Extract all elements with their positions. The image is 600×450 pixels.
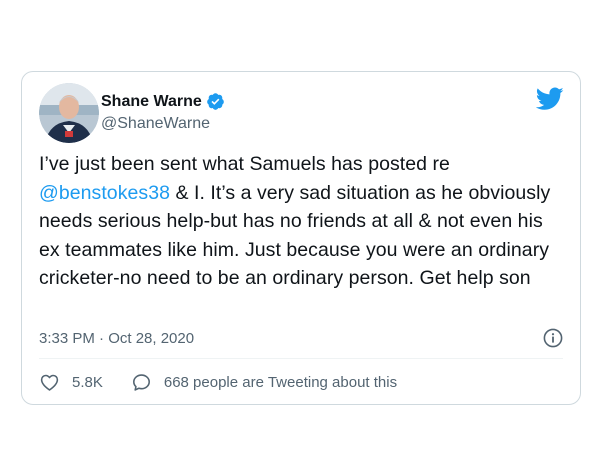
tweet-text-part-1: I’ve just been sent what Samuels has pos… — [39, 153, 450, 175]
twitter-bird-icon[interactable] — [535, 87, 564, 111]
divider — [39, 358, 563, 359]
info-icon[interactable] — [543, 328, 563, 348]
author-name[interactable]: Shane Warne — [101, 93, 202, 111]
tweet-card[interactable]: Shane Warne @ShaneWarne I’ve just been s… — [21, 71, 581, 405]
action-bar: 5.8K 668 people are Tweeting about this — [39, 372, 397, 393]
author-handle[interactable]: @ShaneWarne — [101, 115, 210, 133]
verified-badge-icon — [206, 92, 225, 111]
like-button[interactable]: 5.8K — [39, 372, 103, 393]
avatar[interactable] — [39, 83, 99, 143]
heart-icon — [40, 374, 59, 391]
like-count: 5.8K — [72, 374, 103, 391]
reply-text[interactable]: 668 people are Tweeting about this — [164, 374, 397, 391]
reply-button[interactable]: 668 people are Tweeting about this — [131, 372, 397, 393]
tweet-text: I’ve just been sent what Samuels has pos… — [39, 150, 564, 293]
speech-bubble-icon — [132, 374, 150, 391]
timestamp[interactable]: 3:33 PM · Oct 28, 2020 — [39, 330, 194, 347]
mention-link[interactable]: @benstokes38 — [39, 182, 170, 204]
author-row[interactable]: Shane Warne — [101, 92, 225, 111]
